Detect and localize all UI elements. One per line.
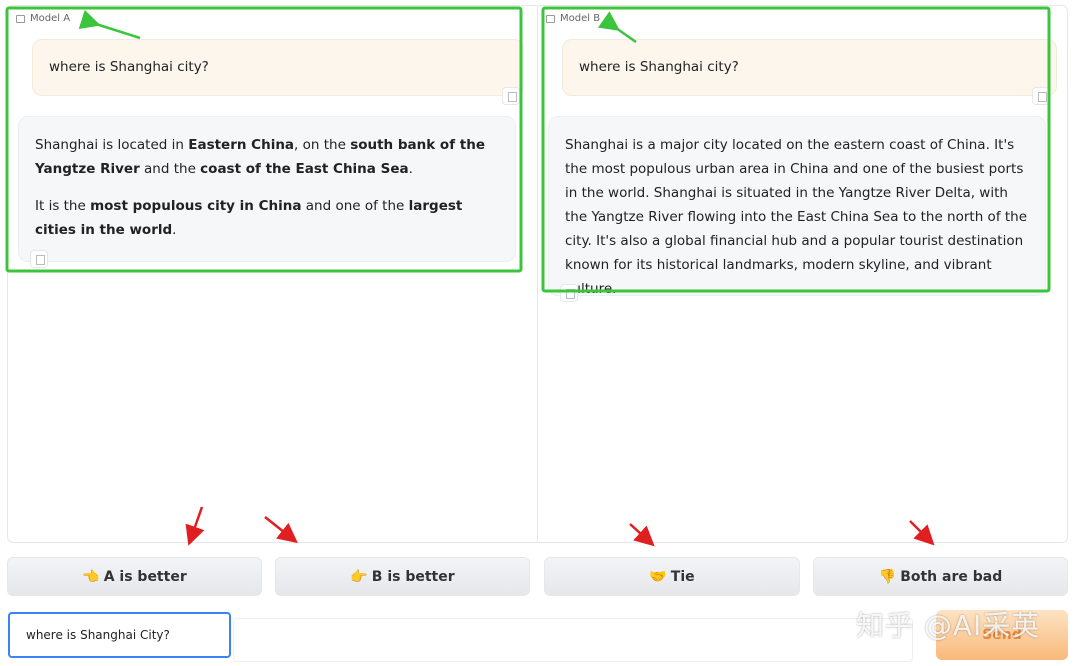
model-a-panel: Model A where is Shanghai city? Shanghai… (7, 5, 538, 543)
bold-text: most populous city in China (90, 198, 302, 214)
model-b-label: Model B (546, 13, 600, 24)
message-input[interactable]: where is Shanghai City? (8, 612, 231, 658)
user-message: where is Shanghai city? (32, 39, 524, 96)
model-b-panel: Model B where is Shanghai city? Shanghai… (537, 5, 1068, 543)
pointing-right-icon: 👉 (350, 568, 368, 585)
button-label: Tie (670, 568, 695, 585)
copy-icon[interactable] (30, 250, 48, 268)
chat-icon (16, 14, 25, 23)
copy-icon[interactable] (560, 284, 578, 302)
watermark: 知乎 @AI采英 (856, 604, 1040, 644)
bot-message: Shanghai is a major city located on the … (548, 116, 1046, 297)
bold-text: coast of the East China Sea (200, 161, 409, 177)
model-a-label-text: Model A (30, 13, 71, 24)
text: . (408, 161, 413, 177)
thumbs-down-icon: 👎 (878, 568, 897, 585)
text: Shanghai is located in (35, 137, 189, 153)
text: It is the (35, 198, 91, 214)
bot-message: Shanghai is located in Eastern China, on… (18, 116, 516, 262)
bot-paragraph: It is the most populous city in China an… (35, 194, 499, 242)
copy-icon[interactable] (1032, 87, 1050, 105)
message-textarea[interactable] (233, 618, 913, 662)
tie-button[interactable]: 🤝 Tie (544, 557, 800, 596)
user-message-text: where is Shanghai city? (49, 59, 209, 75)
bot-message-text: Shanghai is a major city located on the … (565, 137, 1028, 297)
model-b-label-text: Model B (560, 13, 601, 24)
pointing-left-icon: 👈 (82, 568, 100, 585)
input-value: where is Shanghai City? (26, 628, 170, 642)
watermark-text: 知乎 @AI采英 (856, 609, 1041, 642)
a-is-better-button[interactable]: 👈 A is better (7, 557, 262, 596)
copy-icon[interactable] (502, 87, 520, 105)
text: . (172, 222, 177, 238)
handshake-icon: 🤝 (649, 568, 667, 585)
user-message: where is Shanghai city? (562, 39, 1057, 96)
chat-icon (546, 14, 555, 23)
button-label: A is better (103, 568, 187, 585)
both-bad-button[interactable]: 👎 Both are bad (813, 557, 1068, 596)
text: and the (139, 161, 201, 177)
text: , on the (294, 137, 351, 153)
bold-text: Eastern China (188, 137, 295, 153)
b-is-better-button[interactable]: 👉 B is better (275, 557, 530, 596)
text: and one of the (301, 198, 409, 214)
model-a-label: Model A (16, 13, 70, 24)
button-label: Both are bad (900, 568, 1003, 585)
button-label: B is better (371, 568, 455, 585)
bot-paragraph: Shanghai is located in Eastern China, on… (35, 133, 499, 181)
user-message-text: where is Shanghai city? (579, 59, 739, 75)
